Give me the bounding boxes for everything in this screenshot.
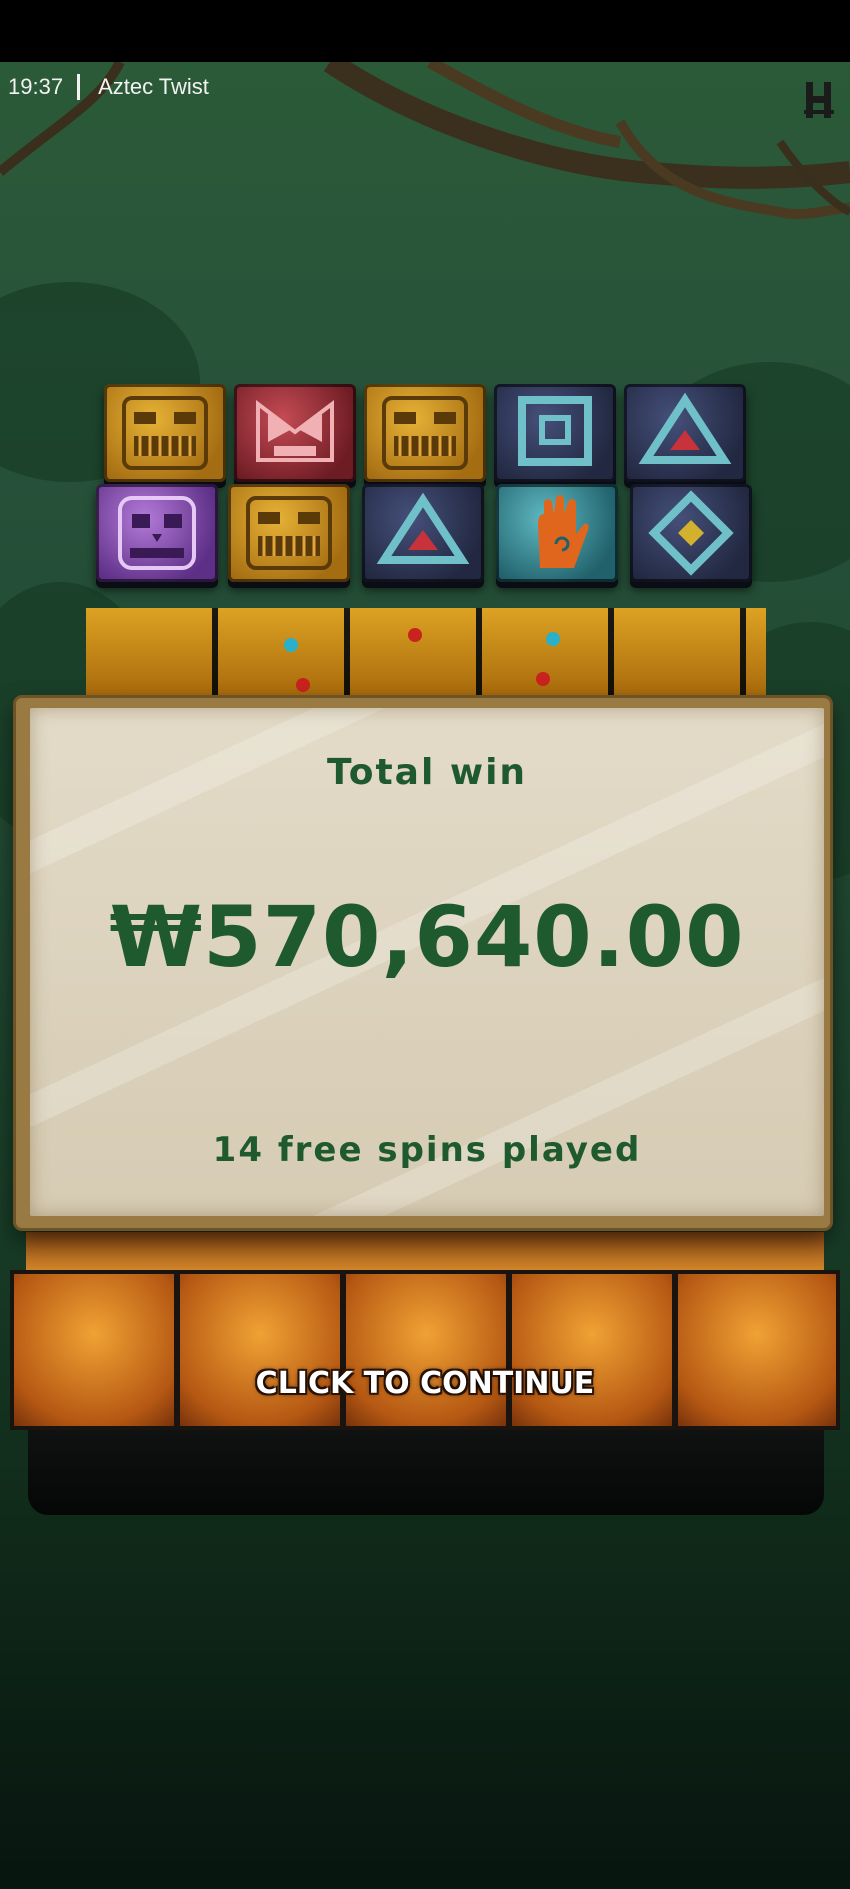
status-separator	[77, 74, 81, 100]
free-spins-played-label: 14 free spins played	[212, 1130, 642, 1170]
hand-glyph-symbol	[496, 484, 618, 582]
total-win-label: Total win	[326, 752, 528, 793]
red-gem	[408, 628, 422, 642]
orange-cube-face	[508, 1270, 676, 1430]
gold-mask-symbol	[104, 384, 226, 482]
orange-cube-face	[342, 1270, 510, 1430]
orange-cube-face	[10, 1270, 178, 1430]
orange-cube-face	[176, 1270, 344, 1430]
total-win-amount: ₩570,640.00	[109, 888, 745, 986]
gold-cube-row	[86, 608, 766, 698]
purple-skull-symbol	[96, 484, 218, 582]
hacksaw-logo-icon	[804, 82, 834, 118]
diamond-glyph-symbol	[630, 484, 752, 582]
clock-time: 19:37	[8, 74, 64, 99]
blue-gem	[546, 632, 560, 646]
gold-mask-symbol	[228, 484, 350, 582]
click-to-continue-button[interactable]: CLICK TO CONTINUE	[0, 1366, 850, 1401]
cube-side-strip	[26, 1232, 824, 1272]
status-bar: 19:37 Aztec Twist	[8, 70, 209, 104]
cube-shadow-side	[28, 1430, 824, 1515]
red-gem	[296, 678, 310, 692]
blue-gem	[284, 638, 298, 652]
gold-mask-symbol	[364, 384, 486, 482]
red-gem	[536, 672, 550, 686]
orange-cube-row	[10, 1270, 840, 1430]
orange-cube-face	[674, 1270, 840, 1430]
triangle-glyph-symbol	[362, 484, 484, 582]
square-glyph-symbol	[494, 384, 616, 482]
red-mask-symbol	[234, 384, 356, 482]
triangle-glyph-symbol	[624, 384, 746, 482]
game-title: Aztec Twist	[98, 74, 209, 99]
system-top-bar	[0, 0, 850, 62]
